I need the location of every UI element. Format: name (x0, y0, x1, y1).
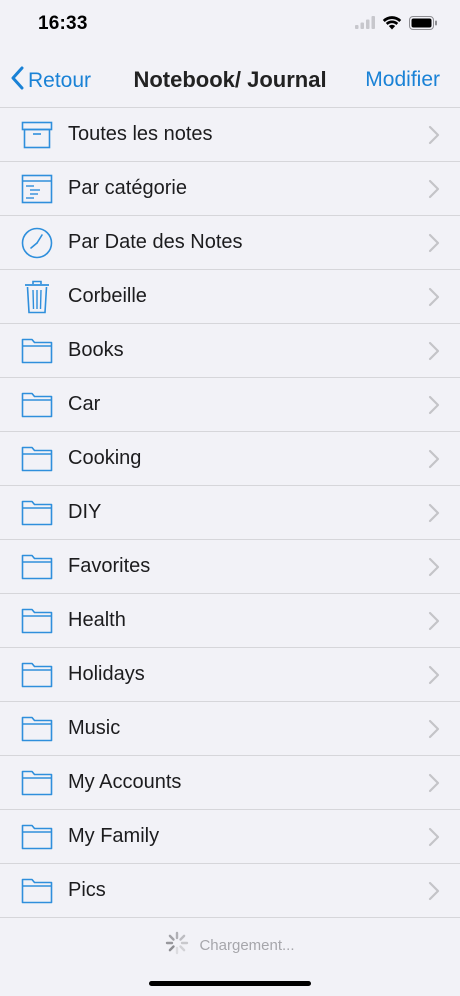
chevron-right-icon (428, 341, 440, 361)
folder-icon (20, 712, 54, 746)
chevron-right-icon (428, 827, 440, 847)
list-item-label: Cooking (68, 447, 142, 469)
wifi-icon (382, 15, 402, 35)
list-item-folder[interactable]: My Family (0, 810, 460, 864)
list-item-by-category[interactable]: Par catégorie (0, 162, 460, 216)
home-indicator[interactable] (149, 981, 311, 986)
list-item-label: Music (68, 717, 121, 739)
chevron-right-icon (428, 179, 440, 199)
list-item-label: My Family (68, 825, 160, 847)
chevron-right-icon (428, 125, 440, 145)
folder-icon (20, 334, 54, 368)
chevron-right-icon (428, 773, 440, 793)
list-item-folder[interactable]: Music (0, 702, 460, 756)
list-item-folder[interactable]: My Accounts (0, 756, 460, 810)
chevron-right-icon (428, 395, 440, 415)
clock-icon (20, 226, 54, 260)
chevron-right-icon (428, 719, 440, 739)
trash-icon (20, 280, 54, 314)
folder-icon (20, 496, 54, 530)
navigation-bar: Retour Notebook/ Journal Modifier (0, 52, 460, 108)
chevron-right-icon (428, 665, 440, 685)
list-item-all-notes[interactable]: Toutes les notes (0, 108, 460, 162)
folder-icon (20, 550, 54, 584)
list-item-label: Favorites (68, 555, 151, 577)
archive-box-icon (20, 118, 54, 152)
chevron-right-icon (428, 287, 440, 307)
list-item-label: Car (68, 393, 101, 415)
battery-icon (409, 15, 438, 35)
chevron-right-icon (428, 233, 440, 253)
list-item-label: Toutes les notes (68, 123, 213, 145)
status-icons (355, 15, 438, 35)
list-item-label: Par catégorie (68, 177, 187, 199)
list-item-folder[interactable]: Car (0, 378, 460, 432)
signal-icon (355, 16, 375, 34)
chevron-right-icon (428, 557, 440, 577)
status-bar: 16:33 (0, 0, 460, 52)
list-item-label: Holidays (68, 663, 145, 685)
category-list-icon (20, 172, 54, 206)
folder-icon (20, 766, 54, 800)
folder-icon (20, 604, 54, 638)
chevron-right-icon (428, 503, 440, 523)
folder-icon (20, 874, 54, 908)
folder-icon (20, 658, 54, 692)
loading-label: Chargement... (199, 936, 295, 954)
list-item-label: My Accounts (68, 771, 182, 793)
list-item-folder[interactable]: Health (0, 594, 460, 648)
spinner-icon (165, 931, 189, 959)
chevron-right-icon (428, 611, 440, 631)
list-item-by-date[interactable]: Par Date des Notes (0, 216, 460, 270)
list-item-folder[interactable]: DIY (0, 486, 460, 540)
list-item-folder[interactable]: Pics (0, 864, 460, 918)
list-item-folder[interactable]: Favorites (0, 540, 460, 594)
chevron-right-icon (428, 881, 440, 901)
back-button[interactable]: Retour (10, 66, 91, 96)
list-item-label: Books (68, 339, 124, 361)
folder-icon (20, 388, 54, 422)
list-item-label: Par Date des Notes (68, 231, 243, 253)
folder-icon (20, 820, 54, 854)
list-item-label: Corbeille (68, 285, 147, 307)
chevron-right-icon (428, 449, 440, 469)
list-item-folder[interactable]: Cooking (0, 432, 460, 486)
folder-icon (20, 442, 54, 476)
notebook-list: Toutes les notes Par catégorie Par Date … (0, 108, 460, 918)
back-button-label: Retour (28, 69, 92, 92)
chevron-left-icon (10, 66, 24, 96)
edit-button[interactable]: Modifier (365, 68, 440, 92)
list-item-folder[interactable]: Holidays (0, 648, 460, 702)
loading-indicator: Chargement... (0, 930, 460, 960)
list-item-trash[interactable]: Corbeille (0, 270, 460, 324)
list-item-label: Pics (68, 879, 106, 901)
list-item-label: DIY (68, 501, 102, 523)
status-time: 16:33 (38, 13, 88, 34)
list-item-folder[interactable]: Books (0, 324, 460, 378)
list-item-label: Health (68, 609, 126, 631)
